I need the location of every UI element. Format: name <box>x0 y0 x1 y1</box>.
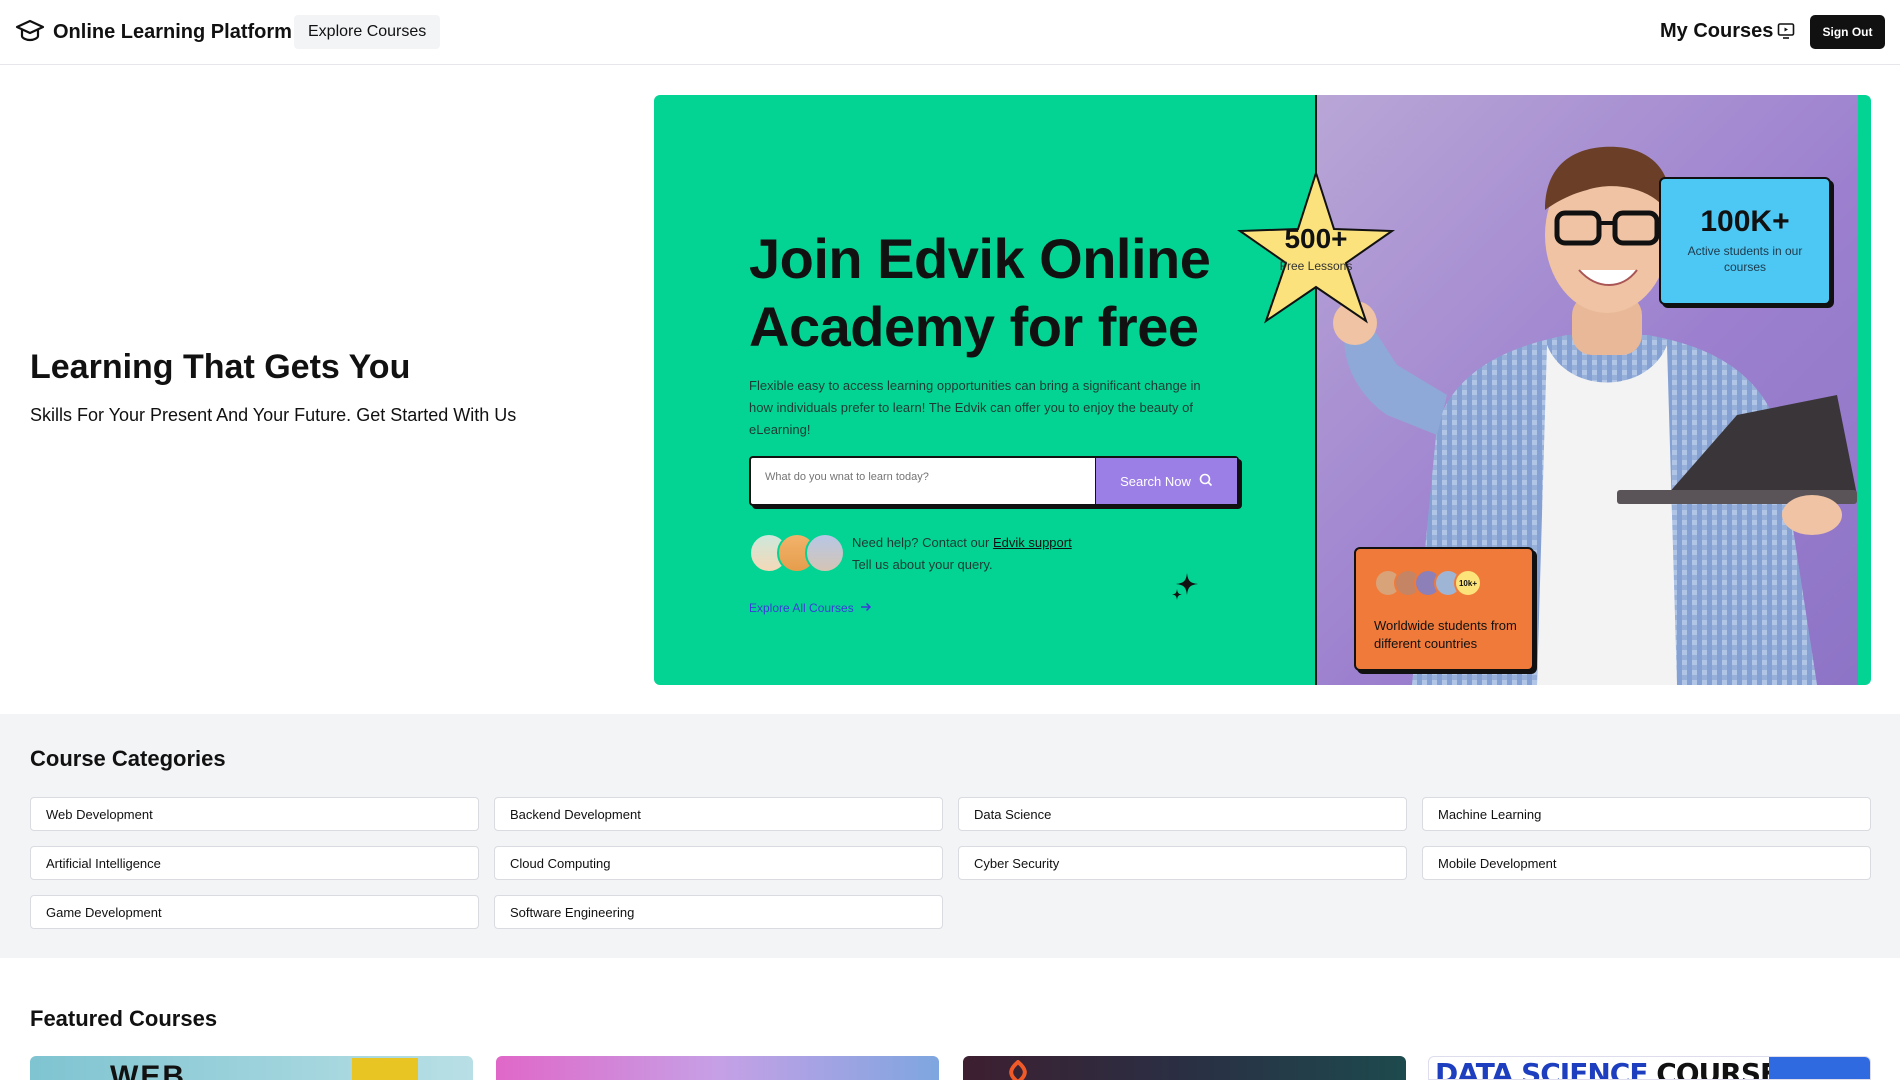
sparkle-icon <box>1170 571 1200 606</box>
category-machine-learning[interactable]: Machine Learning <box>1422 797 1871 831</box>
support-avatars <box>749 533 845 573</box>
category-artificial-intelligence[interactable]: Artificial Intelligence <box>30 846 479 880</box>
category-backend-development[interactable]: Backend Development <box>494 797 943 831</box>
course-thumbnail-text: DATA SCIENCE COURSES <box>1435 1057 1798 1080</box>
worldwide-label: Worldwide students from different countr… <box>1374 618 1517 651</box>
brand[interactable]: Online Learning Platform <box>15 18 292 47</box>
help-text: Need help? Contact our Edvik support <box>852 535 1072 550</box>
course-categories-section: Course Categories Web Development Backen… <box>0 714 1900 958</box>
category-cyber-security[interactable]: Cyber Security <box>958 846 1407 880</box>
worldwide-avatars: 10k+ <box>1374 569 1482 597</box>
worldwide-students-card: 10k+ Worldwide students from different c… <box>1354 547 1534 671</box>
category-web-development[interactable]: Web Development <box>30 797 479 831</box>
banner-title: Join Edvik Online Academy for free <box>749 225 1211 361</box>
featured-course-card[interactable]: WEB <box>30 1056 473 1080</box>
avatar <box>805 533 845 573</box>
brand-name: Online Learning Platform <box>53 21 292 43</box>
hero-title: Learning That Gets You <box>30 348 411 386</box>
category-game-development[interactable]: Game Development <box>30 895 479 929</box>
banner-search-box: Search Now <box>749 456 1239 506</box>
course-thumbnail-text: WEB <box>110 1060 186 1080</box>
sign-out-button[interactable]: Sign Out <box>1810 15 1885 49</box>
category-cloud-computing[interactable]: Cloud Computing <box>494 846 943 880</box>
featured-courses-title: Featured Courses <box>30 1006 218 1031</box>
banner-description: Flexible easy to access learning opportu… <box>749 378 1201 437</box>
category-grid: Web Development Backend Development Data… <box>30 797 1871 929</box>
free-lessons-count: 500+ <box>1284 223 1348 254</box>
my-courses-link[interactable]: My Courses <box>1660 20 1773 43</box>
featured-course-card[interactable] <box>963 1056 1406 1080</box>
free-lessons-badge: 500+ Free Lessons <box>1226 165 1406 345</box>
featured-course-card[interactable]: DATA SCIENCE COURSES <box>1428 1056 1871 1080</box>
explore-all-label: Explore All Courses <box>749 601 854 615</box>
course-categories-title: Course Categories <box>30 746 226 771</box>
graduation-cap-icon <box>15 18 45 47</box>
flame-logo-icon <box>1003 1059 1033 1080</box>
category-mobile-development[interactable]: Mobile Development <box>1422 846 1871 880</box>
worldwide-count: 10k+ <box>1454 569 1482 597</box>
edvik-support-link[interactable]: Edvik support <box>993 535 1072 550</box>
free-lessons-label: Free Lessons <box>1279 259 1353 273</box>
top-navbar: Online Learning Platform Explore Courses… <box>0 0 1900 65</box>
js-badge <box>352 1058 418 1080</box>
explore-all-courses-link[interactable]: Explore All Courses <box>749 601 872 615</box>
search-input[interactable] <box>765 471 1085 483</box>
course-thumbnail-text-a: DATA SCIENCE <box>1435 1057 1648 1080</box>
help-subtext: Tell us about your query. <box>852 557 993 572</box>
search-now-label: Search Now <box>1120 473 1191 489</box>
star-burst-shape <box>1236 169 1396 324</box>
featured-course-card[interactable] <box>496 1056 939 1080</box>
arrow-right-icon <box>860 601 872 615</box>
search-icon <box>1199 473 1213 490</box>
thumbnail-image <box>1769 1057 1870 1079</box>
category-data-science[interactable]: Data Science <box>958 797 1407 831</box>
active-students-card: 100K+ Active students in our courses <box>1659 177 1831 305</box>
hero-subtitle: Skills For Your Present And Your Future.… <box>30 405 517 425</box>
active-students-count: 100K+ <box>1700 205 1790 238</box>
category-software-engineering[interactable]: Software Engineering <box>494 895 943 929</box>
search-now-button[interactable]: Search Now <box>1095 458 1237 504</box>
banner-title-line1: Join Edvik Online <box>749 227 1211 290</box>
explore-courses-link[interactable]: Explore Courses <box>294 15 441 49</box>
promo-banner: Join Edvik Online Academy for free Flexi… <box>654 95 1871 685</box>
monitor-play-icon[interactable] <box>1777 22 1795 45</box>
active-students-label: Active students in our courses <box>1687 244 1803 274</box>
help-prefix: Need help? Contact our <box>852 535 990 550</box>
banner-title-line2: Academy for free <box>749 295 1199 358</box>
